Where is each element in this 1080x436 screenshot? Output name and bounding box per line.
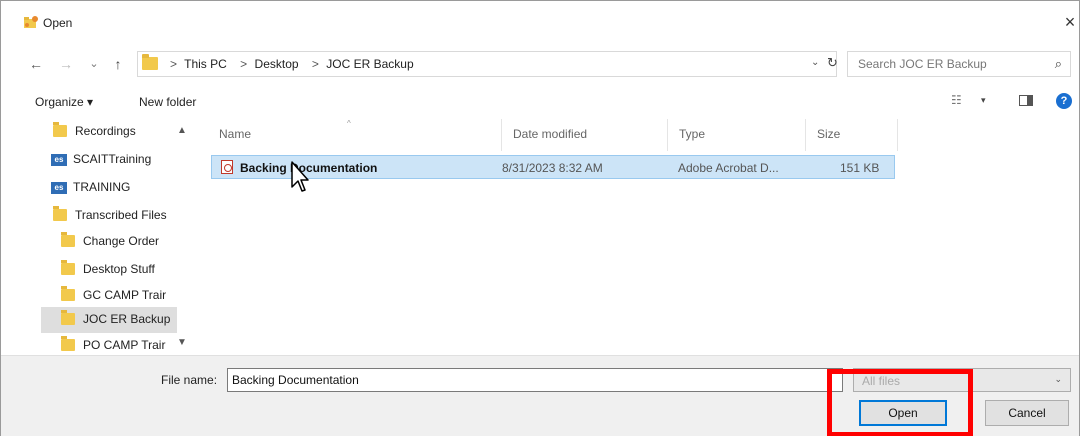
new-folder-button[interactable]: New folder	[139, 95, 196, 109]
sidebar-item-label: Desktop Stuff	[83, 262, 155, 276]
sidebar-item-label: SCAITTraining	[73, 152, 152, 166]
column-header-name[interactable]: Name	[219, 127, 251, 141]
folder-icon	[61, 336, 75, 351]
breadcrumb-separator: >	[311, 57, 319, 71]
es-app-icon: es	[51, 182, 67, 194]
refresh-icon[interactable]: ↻	[827, 55, 838, 71]
window-title: Open	[43, 16, 73, 30]
recent-locations-icon[interactable]: ⌄	[87, 53, 101, 75]
command-bar: Organize ▾ New folder ☷ ▾ ?	[1, 85, 1079, 119]
column-header-date-modified[interactable]: Date modified	[513, 127, 587, 141]
file-name-field[interactable]	[227, 368, 843, 392]
sidebar-item-label: PO CAMP Trair	[83, 338, 166, 352]
pdf-icon	[221, 160, 233, 174]
scroll-down-icon[interactable]: ▼	[177, 337, 187, 348]
organize-button[interactable]: Organize ▾	[35, 95, 93, 109]
scroll-up-icon[interactable]: ▲	[177, 125, 187, 136]
sidebar-item-label: Recordings	[75, 124, 136, 138]
open-dialog-icon	[24, 16, 38, 28]
view-options-icon[interactable]: ☷	[951, 93, 962, 107]
sidebar-item-transcribed-files[interactable]: Transcribed Files	[41, 203, 177, 229]
folder-icon	[53, 122, 67, 137]
sidebar-item-label: JOC ER Backup	[83, 312, 171, 326]
folder-icon	[61, 260, 75, 275]
folder-icon	[142, 54, 158, 70]
column-header-size[interactable]: Size	[817, 127, 840, 141]
search-input[interactable]: Search JOC ER Backup	[858, 57, 987, 71]
sidebar-item-training[interactable]: es TRAINING	[41, 175, 177, 201]
file-row[interactable]: Backing Documentation 8/31/2023 8:32 AM …	[211, 155, 895, 179]
preview-pane-icon[interactable]	[1019, 95, 1033, 106]
sidebar-item-label: GC CAMP Trair	[83, 288, 167, 302]
title-bar: Open ×	[1, 1, 1079, 45]
chevron-down-icon[interactable]: ⌄	[1054, 374, 1062, 385]
help-icon[interactable]: ?	[1056, 93, 1072, 109]
forward-icon[interactable]: →	[57, 53, 75, 75]
breadcrumb-separator: >	[240, 57, 248, 71]
back-icon[interactable]: ←	[27, 53, 45, 75]
folder-icon	[61, 232, 75, 247]
up-icon[interactable]: ↑	[109, 53, 127, 75]
chevron-down-icon[interactable]: ⌄	[811, 57, 819, 68]
folder-icon	[61, 286, 75, 301]
sidebar-item-label: Change Order	[83, 234, 160, 248]
column-divider[interactable]	[897, 119, 898, 151]
highlight-annotation	[827, 369, 973, 436]
column-divider[interactable]	[805, 119, 806, 151]
es-app-icon: es	[51, 154, 67, 166]
breadcrumb-this-pc[interactable]: This PC	[184, 57, 227, 71]
column-header-type[interactable]: Type	[679, 127, 705, 141]
column-divider[interactable]	[501, 119, 502, 151]
breadcrumb: > This PC > Desktop > JOC ER Backup	[164, 57, 418, 71]
sidebar-item-label: TRAINING	[73, 180, 131, 194]
search-icon[interactable]: ⌕	[1055, 56, 1062, 72]
sidebar-item-label: Transcribed Files	[75, 208, 167, 222]
sidebar-item-gc-camp-training[interactable]: GC CAMP Trair	[41, 283, 177, 309]
sidebar-item-joc-er-backup[interactable]: JOC ER Backup	[41, 307, 177, 333]
navigation-bar: ← → ⌄ ↑ > This PC > Desktop > JOC ER Bac…	[1, 45, 1079, 85]
file-type: Adobe Acrobat D...	[678, 161, 779, 175]
file-date-modified: 8/31/2023 8:32 AM	[502, 161, 603, 175]
file-size: 151 KB	[840, 161, 880, 175]
sort-ascending-icon: ^	[347, 119, 351, 128]
column-divider[interactable]	[667, 119, 668, 151]
folder-icon	[53, 206, 67, 221]
navigation-scrollbar[interactable]: ▲ ▼	[171, 119, 193, 355]
search-box[interactable]: Search JOC ER Backup ⌕	[847, 51, 1071, 77]
breadcrumb-separator: >	[170, 57, 178, 71]
sidebar-item-po-camp-training[interactable]: PO CAMP Trair	[41, 333, 177, 355]
file-list: ^ Name Date modified Type Size Backing D…	[201, 119, 1079, 355]
chevron-down-icon[interactable]: ▾	[981, 95, 986, 106]
file-name-label: File name:	[161, 373, 218, 387]
mouse-cursor-icon	[291, 161, 309, 192]
cancel-button[interactable]: Cancel	[985, 400, 1069, 426]
open-dialog: Open × ← → ⌄ ↑ > This PC > Desktop > JOC…	[0, 0, 1080, 436]
breadcrumb-joc-er-backup[interactable]: JOC ER Backup	[326, 57, 413, 71]
sidebar-item-desktop-stuff[interactable]: Desktop Stuff	[41, 257, 177, 283]
sidebar-item-recordings[interactable]: Recordings	[41, 119, 177, 145]
breadcrumb-desktop[interactable]: Desktop	[255, 57, 299, 71]
close-icon[interactable]: ×	[1061, 11, 1079, 33]
sidebar-item-change-order[interactable]: Change Order	[41, 229, 177, 255]
address-bar[interactable]: > This PC > Desktop > JOC ER Backup	[137, 51, 837, 77]
folder-icon	[61, 310, 75, 325]
sidebar-item-scaittraining[interactable]: es SCAITTraining	[41, 147, 177, 173]
